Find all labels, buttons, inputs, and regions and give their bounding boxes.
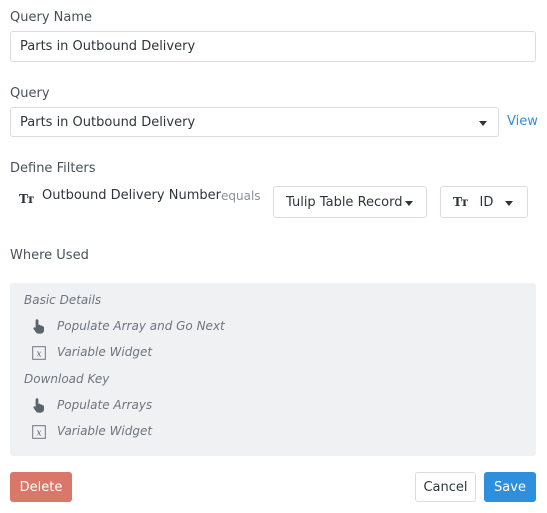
filter-operator: equals <box>221 189 261 203</box>
filter-source-value: Tulip Table Record <box>286 195 403 210</box>
query-name-value: Parts in Outbound Delivery <box>20 39 196 54</box>
query-label: Query <box>10 86 50 101</box>
query-select[interactable]: Parts in Outbound Delivery <box>10 107 499 137</box>
chevron-down-icon <box>479 121 487 126</box>
text-type-icon: Tт <box>453 195 468 209</box>
query-select-value: Parts in Outbound Delivery <box>20 115 196 130</box>
filter-source-select[interactable]: Tulip Table Record <box>273 186 427 218</box>
save-button-label: Save <box>494 479 526 495</box>
query-name-label: Query Name <box>10 10 92 25</box>
delete-button-label: Delete <box>19 479 63 495</box>
save-button[interactable]: Save <box>484 472 536 502</box>
cancel-button-label: Cancel <box>423 479 468 495</box>
svg-text:x: x <box>36 429 41 439</box>
filter-target-select[interactable]: Tт ID <box>440 186 528 218</box>
hand-pointer-icon <box>32 318 46 334</box>
hand-pointer-icon <box>32 397 46 413</box>
filter-row: Tт <box>19 188 34 207</box>
query-name-input[interactable]: Parts in Outbound Delivery <box>10 31 536 62</box>
variable-widget-icon: x <box>32 424 46 439</box>
view-query-link[interactable]: View <box>507 114 538 129</box>
where-used-item[interactable]: Populate Arrays <box>57 398 152 412</box>
variable-widget-icon: x <box>32 345 46 360</box>
where-used-item[interactable]: Populate Array and Go Next <box>57 319 225 333</box>
filter-field-name: Outbound Delivery Number <box>42 188 221 203</box>
chevron-down-icon <box>405 201 413 206</box>
where-used-label: Where Used <box>10 248 89 263</box>
where-used-panel: Basic Details Populate Array and Go Next… <box>10 283 536 456</box>
section-title: Download Key <box>24 372 110 386</box>
chevron-down-icon <box>505 201 513 206</box>
section-title: Basic Details <box>24 293 102 307</box>
define-filters-label: Define Filters <box>10 161 96 176</box>
filter-target-value: ID <box>479 195 494 210</box>
where-used-item[interactable]: Variable Widget <box>57 424 152 438</box>
cancel-button[interactable]: Cancel <box>415 472 476 502</box>
delete-button[interactable]: Delete <box>10 472 72 502</box>
where-used-item[interactable]: Variable Widget <box>57 345 152 359</box>
svg-text:x: x <box>36 350 41 360</box>
text-type-icon: Tт <box>19 192 34 206</box>
